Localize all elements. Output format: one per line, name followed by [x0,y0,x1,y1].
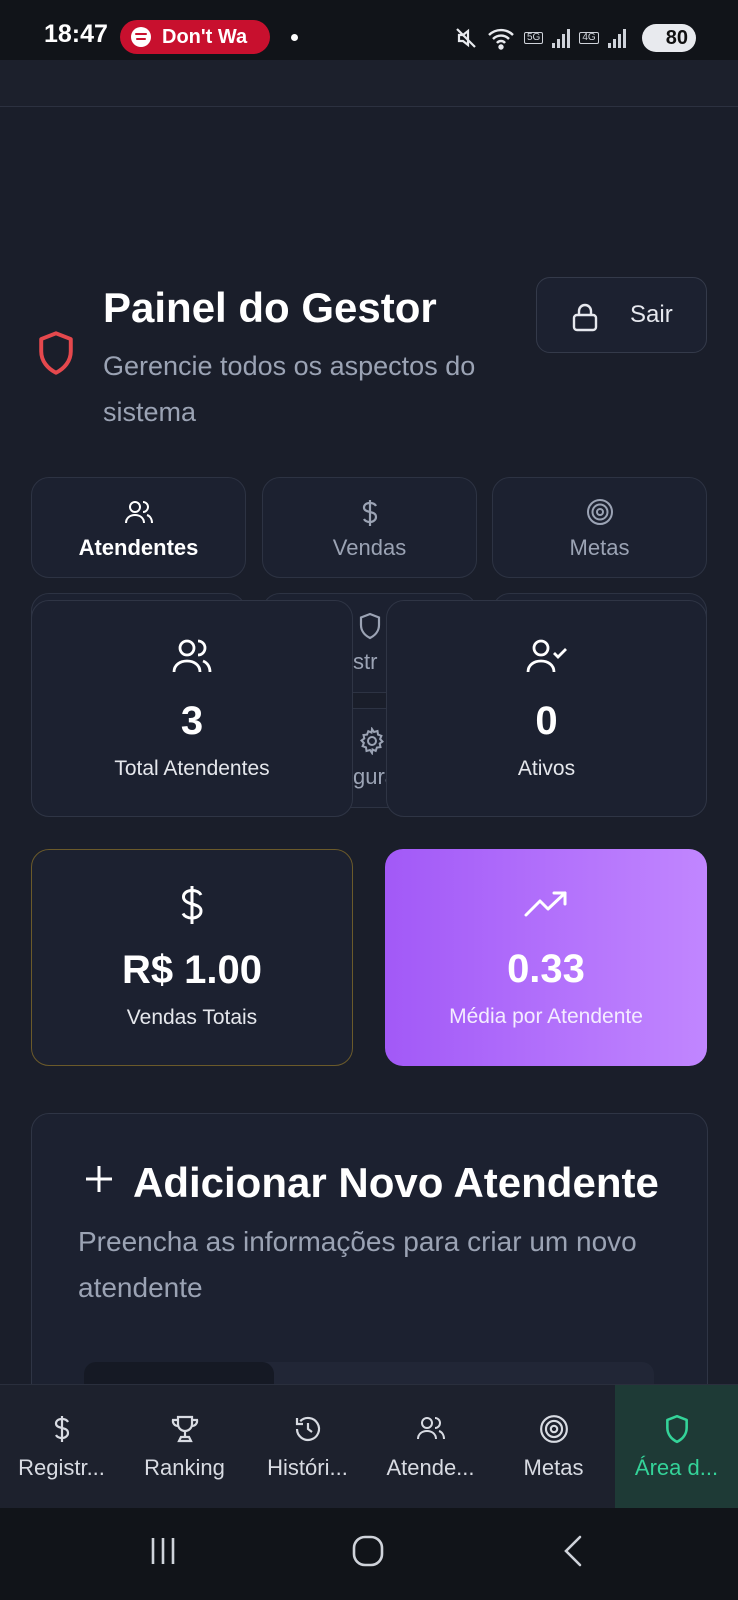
home-icon[interactable] [351,1534,385,1568]
wifi-icon [488,28,514,50]
signal-5g-label: 5G [524,32,544,44]
nav-item-ranking[interactable]: Ranking [123,1385,246,1509]
system-navigation-bar [0,1508,738,1600]
recent-apps-icon[interactable] [146,1534,180,1568]
target-icon [539,1415,568,1443]
shield-icon [665,1414,688,1444]
status-bar: 18:47 Don't Wa 5G 4G 80 [0,0,738,60]
tab-atendentes[interactable]: Atendentes [31,477,246,578]
dollar-icon [362,500,377,526]
stat-card-ativos: 0 Ativos [386,600,707,817]
stat-label: Vendas Totais [126,1006,258,1029]
users-icon [416,1417,445,1440]
nav-label: Metas [523,1455,584,1480]
stat-value: 0.33 [507,947,585,991]
status-time: 18:47 [44,20,108,48]
stat-label: Média por Atendente [449,1005,643,1028]
nav-item-metas[interactable]: Metas [492,1385,615,1509]
section-title: Adicionar Novo Atendente [133,1159,659,1206]
nav-label: Área d... [634,1455,719,1480]
stat-value: 0 [535,699,558,743]
tab-label: Metas [569,535,630,560]
tab-vendas[interactable]: Vendas [262,477,477,578]
media-playing-pill[interactable]: Don't Wa [120,20,270,54]
dollar-icon [54,1416,69,1442]
signal-4g-label: 4G [579,32,599,44]
logout-label: Sair [630,301,673,328]
section-description: Preencha as informações para criar um no… [78,1226,637,1303]
notification-dot [291,34,298,41]
stat-value: R$ 1.00 [121,948,263,992]
nav-item-registrar[interactable]: Registr... [0,1385,123,1509]
mute-icon [456,28,476,48]
back-icon[interactable] [560,1534,586,1568]
stat-label: Total Atendentes [114,757,270,780]
media-title: Don't Wa [162,26,248,48]
shield-icon [39,331,73,375]
stat-card-vendas-totais: R$ 1.00 Vendas Totais [31,849,353,1066]
nav-item-atendentes[interactable]: Atende... [369,1385,492,1509]
tab-label: Atendentes [78,535,199,560]
spotify-icon [131,27,151,47]
nav-label: Registr... [18,1455,105,1480]
stat-card-media: 0.33 Média por Atendente [385,849,707,1066]
tab-label: Vendas [332,535,407,560]
nav-item-area-gestor[interactable]: Área d... [615,1385,738,1509]
stat-card-total-atendentes: 3 Total Atendentes [31,600,353,817]
nav-label: Ranking [144,1455,225,1480]
users-icon [124,501,153,524]
gear-icon [359,727,385,755]
logout-button[interactable]: Sair [536,277,707,353]
app-header [0,60,738,107]
dollar-icon [181,886,203,924]
nav-item-historico[interactable]: Históri... [246,1385,369,1509]
lock-icon [572,303,598,332]
target-icon [586,499,613,525]
trophy-icon [171,1415,198,1443]
user-check-icon [526,639,567,673]
tab-metas[interactable]: Metas [492,477,707,578]
signal-bars-icon [607,29,626,48]
page-title: Painel do Gestor [103,284,437,331]
shield-icon [359,612,381,640]
users-icon [172,639,212,673]
nav-label: Históri... [267,1455,348,1480]
battery-indicator: 80 [642,24,696,52]
page-subtitle: Gerencie todos os aspectos do sistema [103,351,476,427]
tab-label: str [353,649,378,674]
history-icon [295,1416,320,1442]
signal-bars-icon [552,29,571,48]
trending-up-icon [524,891,567,917]
stat-value: 3 [180,699,204,743]
system-icons: 5G 4G [454,22,627,54]
plus-icon [86,1166,112,1192]
nav-label: Atende... [386,1455,475,1480]
stat-label: Ativos [517,757,576,780]
bottom-navigation: Registr... Ranking Históri... Atende... … [0,1384,738,1509]
